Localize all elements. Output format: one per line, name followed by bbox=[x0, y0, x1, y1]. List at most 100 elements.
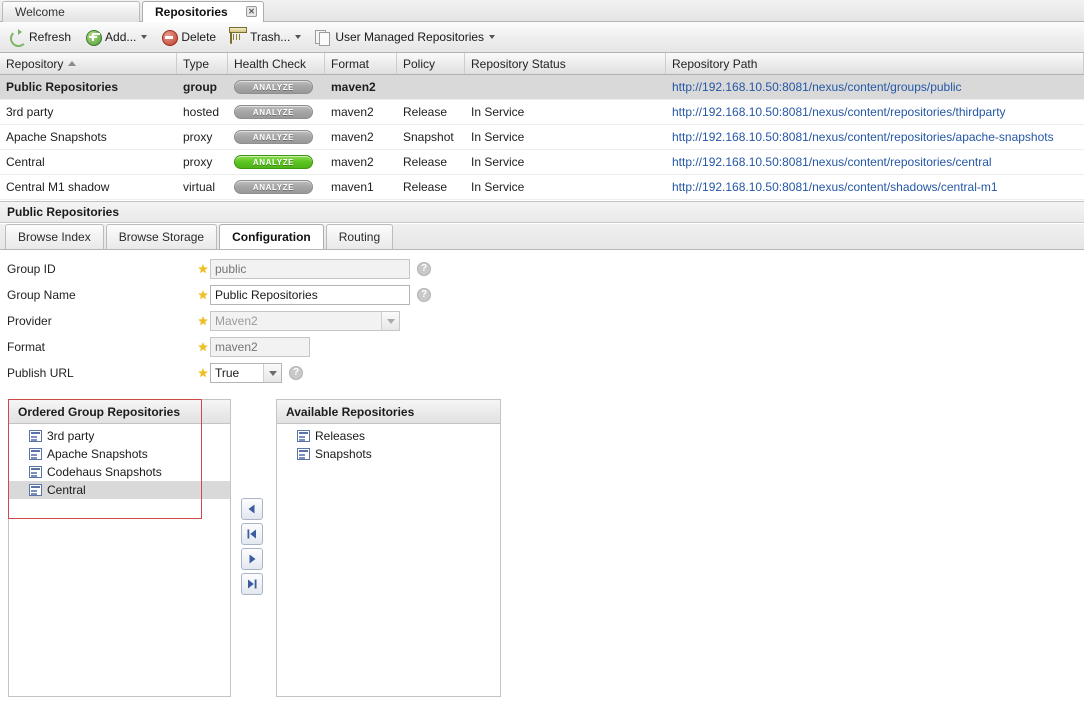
column-header-repository-label: Repository bbox=[6, 56, 64, 71]
cell-repository: Central M1 shadow bbox=[6, 180, 110, 194]
analyze-badge[interactable]: ANALYZE bbox=[234, 105, 313, 119]
cell-type: proxy bbox=[183, 130, 213, 144]
repositories-grid: Repository Type Health Check Format Poli… bbox=[0, 53, 1084, 200]
tab-browse-index[interactable]: Browse Index bbox=[5, 224, 104, 249]
table-row[interactable]: Apache Snapshots proxy ANALYZE maven2 Sn… bbox=[0, 125, 1084, 150]
chevron-down-icon bbox=[295, 35, 302, 39]
tab-browse-storage[interactable]: Browse Storage bbox=[105, 224, 218, 249]
repository-path-link[interactable]: http://192.168.10.50:8081/nexus/content/… bbox=[672, 80, 962, 94]
tab-routing[interactable]: Routing bbox=[325, 224, 394, 249]
table-row[interactable]: Central proxy ANALYZE maven2 Release In … bbox=[0, 150, 1084, 175]
repository-icon bbox=[29, 448, 42, 460]
column-header-type[interactable]: Type bbox=[177, 53, 228, 74]
repository-icon bbox=[297, 448, 310, 460]
group-name-control: ? bbox=[210, 285, 431, 305]
provider-control: Maven2 bbox=[210, 311, 400, 331]
window-tab-welcome[interactable]: Welcome bbox=[2, 1, 140, 22]
move-right-button[interactable] bbox=[241, 548, 263, 570]
cell-repository-path: http://192.168.10.50:8081/nexus/content/… bbox=[666, 150, 1084, 175]
delete-button[interactable]: Delete bbox=[157, 26, 223, 48]
cell-repository: 3rd party bbox=[6, 105, 54, 119]
required-star-icon: ★ bbox=[197, 366, 209, 380]
trash-button-label: Trash... bbox=[250, 30, 291, 44]
analyze-badge[interactable]: ANALYZE bbox=[234, 180, 313, 194]
column-header-format[interactable]: Format bbox=[325, 53, 397, 74]
cell-repository-path: http://192.168.10.50:8081/nexus/content/… bbox=[666, 100, 1084, 125]
repository-path-link[interactable]: http://192.168.10.50:8081/nexus/content/… bbox=[672, 155, 992, 169]
group-name-input[interactable] bbox=[210, 285, 410, 305]
move-left-button[interactable] bbox=[241, 498, 263, 520]
cell-health-check: ANALYZE bbox=[228, 75, 325, 100]
table-row[interactable]: 3rd party hosted ANALYZE maven2 Release … bbox=[0, 100, 1084, 125]
available-repositories-list[interactable]: Releases Snapshots bbox=[277, 424, 500, 463]
available-repositories-title: Available Repositories bbox=[277, 400, 500, 424]
column-header-type-label: Type bbox=[183, 56, 210, 71]
cell-repository-status: In Service bbox=[471, 180, 525, 194]
delete-icon bbox=[161, 29, 179, 46]
ordered-group-repositories-list[interactable]: 3rd party Apache Snapshots Codehaus Snap… bbox=[9, 424, 230, 499]
add-icon bbox=[85, 29, 103, 46]
cell-repository-status bbox=[465, 75, 666, 100]
cell-format: maven2 bbox=[331, 80, 376, 94]
group-name-label: Group Name bbox=[7, 288, 76, 302]
format-input[interactable] bbox=[210, 337, 310, 357]
chevron-down-icon bbox=[381, 312, 399, 330]
column-header-repository-status-label: Repository Status bbox=[471, 56, 566, 71]
column-header-policy[interactable]: Policy bbox=[397, 53, 465, 74]
cell-repository-path: http://192.168.10.50:8081/nexus/content/… bbox=[666, 75, 1084, 100]
column-header-repository-status[interactable]: Repository Status bbox=[465, 53, 666, 74]
group-id-input[interactable] bbox=[210, 259, 410, 279]
table-row[interactable]: Central M1 shadow virtual ANALYZE maven1… bbox=[0, 175, 1084, 200]
analyze-badge[interactable]: ANALYZE bbox=[234, 155, 313, 169]
list-item[interactable]: Releases bbox=[277, 427, 500, 445]
detail-panel-title: Public Repositories bbox=[0, 201, 1084, 223]
publish-url-label: Publish URL bbox=[7, 366, 74, 380]
required-star-icon: ★ bbox=[197, 288, 209, 302]
list-item[interactable]: Codehaus Snapshots bbox=[9, 463, 230, 481]
transfer-button-group bbox=[241, 498, 263, 598]
list-item[interactable]: Snapshots bbox=[277, 445, 500, 463]
configuration-form: Group ID ★ ? Group Name ★ ? Provider ★ M… bbox=[0, 256, 1084, 386]
repository-icon bbox=[297, 430, 310, 442]
repository-path-link[interactable]: http://192.168.10.50:8081/nexus/content/… bbox=[672, 105, 1006, 119]
repository-path-link[interactable]: http://192.168.10.50:8081/nexus/content/… bbox=[672, 180, 998, 194]
cell-repository-path: http://192.168.10.50:8081/nexus/content/… bbox=[666, 125, 1084, 150]
list-item[interactable]: 3rd party bbox=[9, 427, 230, 445]
cell-type: group bbox=[183, 80, 217, 94]
close-icon[interactable]: ✕ bbox=[246, 6, 257, 17]
move-all-left-button[interactable] bbox=[241, 523, 263, 545]
help-icon[interactable]: ? bbox=[417, 262, 431, 276]
required-star-icon: ★ bbox=[197, 340, 209, 354]
list-item-label: Central bbox=[47, 483, 86, 497]
window-tab-repositories[interactable]: Repositories ✕ bbox=[142, 1, 264, 22]
list-item[interactable]: Apache Snapshots bbox=[9, 445, 230, 463]
publish-url-select[interactable]: True bbox=[210, 363, 282, 383]
move-all-right-button[interactable] bbox=[241, 573, 263, 595]
group-id-label: Group ID bbox=[7, 262, 56, 276]
column-header-repository[interactable]: Repository bbox=[0, 53, 177, 74]
analyze-badge[interactable]: ANALYZE bbox=[234, 130, 313, 144]
help-icon[interactable]: ? bbox=[289, 366, 303, 380]
cell-repository: Apache Snapshots bbox=[6, 130, 107, 144]
nexus-repository-manager-window: Welcome Repositories ✕ Refresh Add... De… bbox=[0, 0, 1084, 710]
user-managed-repositories-label: User Managed Repositories bbox=[335, 30, 485, 44]
copy-icon bbox=[315, 29, 331, 46]
column-header-health-check[interactable]: Health Check bbox=[228, 53, 325, 74]
repository-path-link[interactable]: http://192.168.10.50:8081/nexus/content/… bbox=[672, 130, 1054, 144]
trash-button[interactable]: Trash... bbox=[226, 26, 308, 48]
tab-browse-index-label: Browse Index bbox=[18, 230, 91, 244]
list-item[interactable]: Central bbox=[9, 481, 230, 499]
tab-configuration[interactable]: Configuration bbox=[219, 224, 324, 249]
required-star-icon: ★ bbox=[197, 314, 209, 328]
table-row[interactable]: Public Repositories group ANALYZE maven2… bbox=[0, 75, 1084, 100]
add-button[interactable]: Add... bbox=[81, 26, 154, 48]
sort-ascending-icon bbox=[68, 61, 77, 66]
user-managed-repositories-button[interactable]: User Managed Repositories bbox=[311, 26, 502, 48]
help-icon[interactable]: ? bbox=[417, 288, 431, 302]
repository-icon bbox=[29, 466, 42, 478]
refresh-button[interactable]: Refresh bbox=[5, 26, 78, 48]
column-header-format-label: Format bbox=[331, 56, 370, 71]
analyze-badge[interactable]: ANALYZE bbox=[234, 80, 313, 94]
provider-select[interactable]: Maven2 bbox=[210, 311, 400, 331]
column-header-repository-path[interactable]: Repository Path bbox=[666, 53, 1084, 74]
